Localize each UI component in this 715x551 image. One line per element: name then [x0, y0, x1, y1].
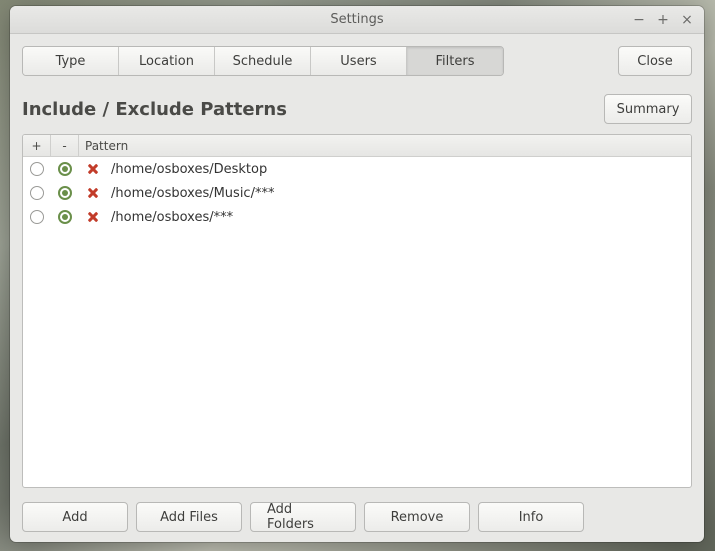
add-files-button[interactable]: Add Files — [136, 502, 242, 532]
close-button[interactable]: Close — [618, 46, 692, 76]
radio-icon — [30, 210, 44, 224]
exclude-radio[interactable] — [51, 157, 79, 181]
table-header: + - Pattern — [23, 135, 691, 157]
action-buttons: Add Add Files Add Folders Remove Info — [22, 498, 692, 532]
add-folders-button[interactable]: Add Folders — [250, 502, 356, 532]
include-radio[interactable] — [23, 181, 51, 205]
exclude-radio[interactable] — [51, 181, 79, 205]
minimize-button[interactable]: − — [628, 11, 650, 29]
summary-button[interactable]: Summary — [604, 94, 692, 124]
tab-bar: TypeLocationScheduleUsersFilters — [22, 46, 504, 76]
col-exclude[interactable]: - — [51, 135, 79, 156]
x-icon — [86, 210, 100, 224]
window-controls: − + × — [628, 6, 698, 34]
radio-icon — [58, 210, 72, 224]
table-row[interactable]: /home/osboxes/*** — [23, 205, 691, 229]
exclude-radio[interactable] — [51, 205, 79, 229]
maximize-button[interactable]: + — [652, 11, 674, 29]
patterns-table: + - Pattern /home/osboxes/Desktop/home/o… — [22, 134, 692, 488]
pattern-text: /home/osboxes/Music/*** — [107, 181, 691, 205]
radio-icon — [58, 186, 72, 200]
table-row[interactable]: /home/osboxes/Desktop — [23, 157, 691, 181]
add-button[interactable]: Add — [22, 502, 128, 532]
tab-type[interactable]: Type — [23, 47, 119, 75]
heading-row: Include / Exclude Patterns Summary — [22, 94, 692, 124]
settings-window: Settings − + × TypeLocationScheduleUsers… — [10, 6, 704, 542]
pattern-text: /home/osboxes/Desktop — [107, 157, 691, 181]
table-row[interactable]: /home/osboxes/Music/*** — [23, 181, 691, 205]
include-radio[interactable] — [23, 157, 51, 181]
radio-icon — [30, 186, 44, 200]
tab-users[interactable]: Users — [311, 47, 407, 75]
content-area: TypeLocationScheduleUsersFilters Close I… — [10, 34, 704, 542]
info-button[interactable]: Info — [478, 502, 584, 532]
col-pattern[interactable]: Pattern — [79, 135, 691, 156]
exclude-x-icon — [79, 157, 107, 181]
include-radio[interactable] — [23, 205, 51, 229]
tab-location[interactable]: Location — [119, 47, 215, 75]
window-title: Settings — [330, 12, 383, 27]
radio-icon — [58, 162, 72, 176]
radio-icon — [30, 162, 44, 176]
tab-schedule[interactable]: Schedule — [215, 47, 311, 75]
exclude-x-icon — [79, 205, 107, 229]
titlebar[interactable]: Settings − + × — [10, 6, 704, 34]
col-include[interactable]: + — [23, 135, 51, 156]
exclude-x-icon — [79, 181, 107, 205]
x-icon — [86, 162, 100, 176]
remove-button[interactable]: Remove — [364, 502, 470, 532]
pattern-text: /home/osboxes/*** — [107, 205, 691, 229]
top-row: TypeLocationScheduleUsersFilters Close — [22, 46, 692, 76]
x-icon — [86, 186, 100, 200]
page-title: Include / Exclude Patterns — [22, 99, 287, 120]
tab-filters[interactable]: Filters — [407, 47, 503, 75]
close-window-button[interactable]: × — [676, 11, 698, 29]
table-body: /home/osboxes/Desktop/home/osboxes/Music… — [23, 157, 691, 487]
